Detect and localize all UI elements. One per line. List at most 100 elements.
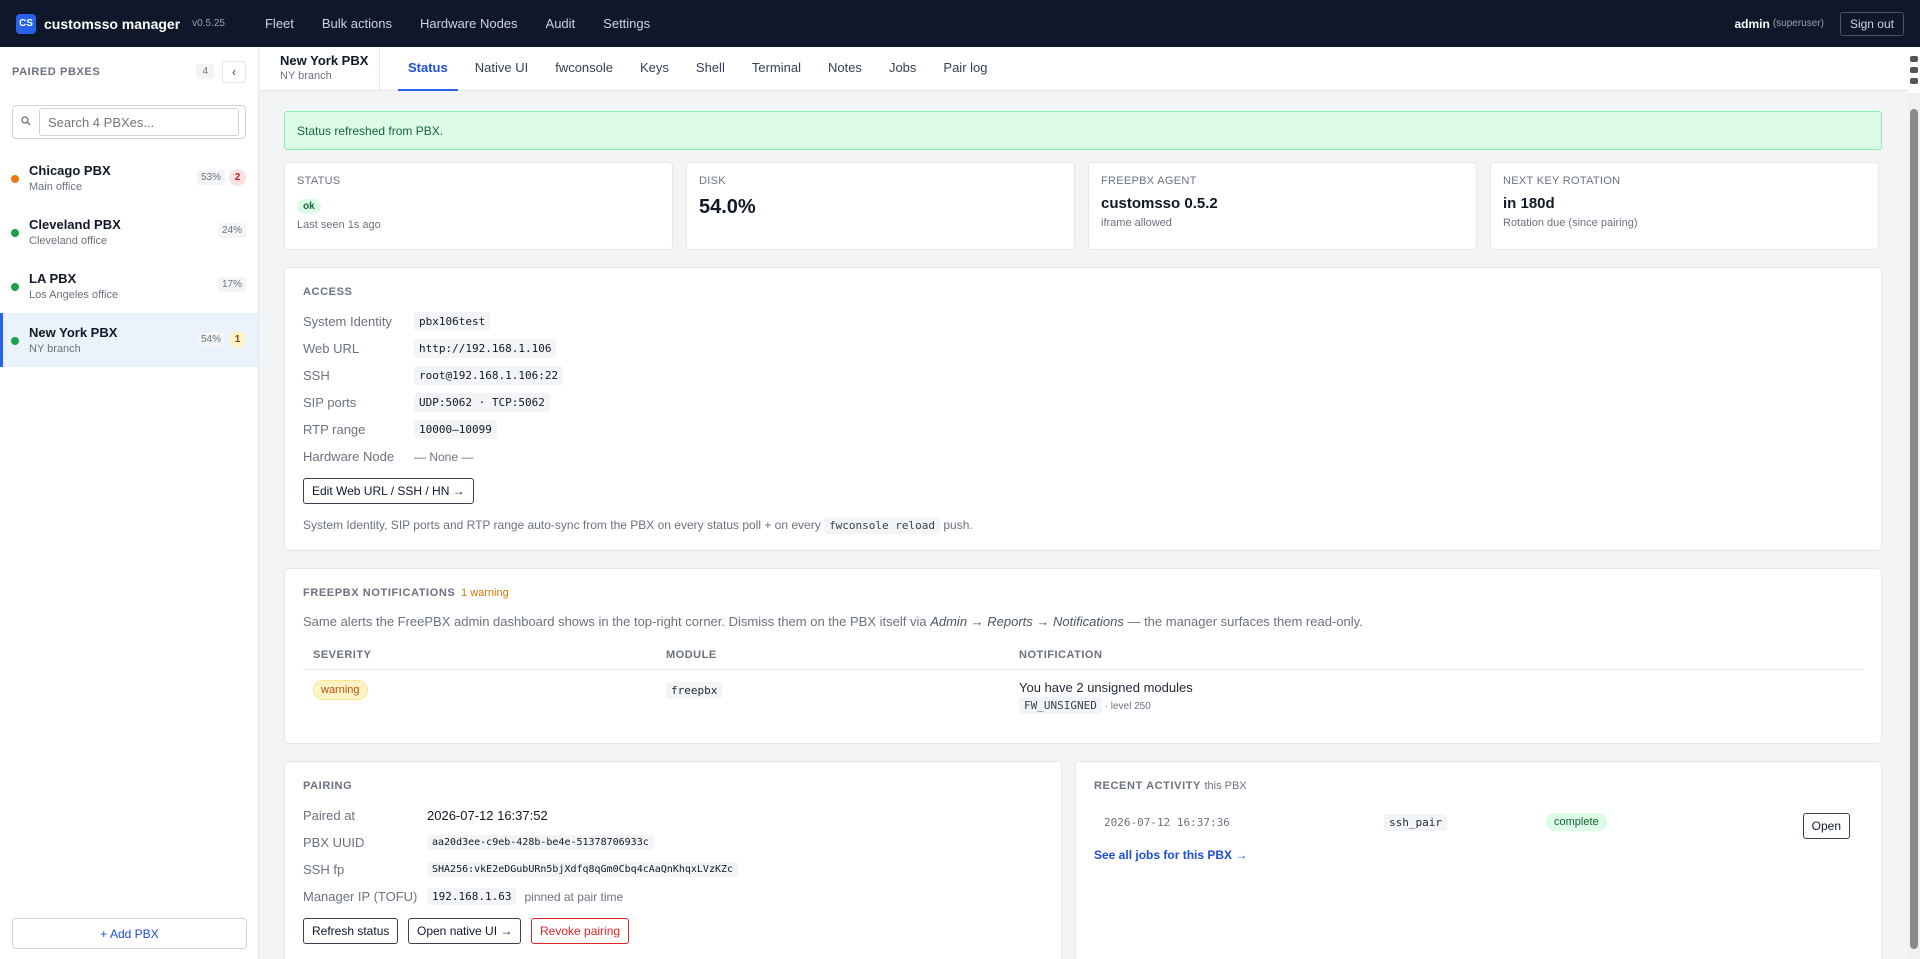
note-code: fwconsole reload: [824, 517, 941, 534]
pairing-row: SSH fp SHA256:vkE2eDGubURn5bjXdfq8qGm0Cbq…: [303, 856, 1043, 883]
pairing-row: Paired at 2026-07-12 16:37:52: [303, 802, 1043, 829]
edit-access-button[interactable]: Edit Web URL / SSH / HN →: [303, 478, 474, 504]
notifications-table: SEVERITY MODULE NOTIFICATION warning fre…: [303, 641, 1863, 722]
severity-badge: warning: [313, 680, 368, 700]
field-value: pbx106test: [414, 312, 491, 331]
field-value: root@192.168.1.106:22: [414, 366, 564, 385]
card-label: STATUS: [297, 175, 341, 187]
sidebar: PAIRED PBXES 4 ‹ Chicago PBX Main office…: [0, 47, 259, 959]
access-note: System Identity, SIP ports and RTP range…: [303, 517, 1863, 534]
section-title: ACCESS: [303, 286, 353, 298]
access-row: Hardware Node — None —: [303, 443, 1863, 470]
pbx-name: Chicago PBX: [29, 163, 111, 178]
status-badge: ok: [297, 199, 321, 214]
section-title: FREEPBX NOTIFICATIONS 1 warning: [303, 587, 1863, 599]
sidebar-item-la-pbx[interactable]: LA PBX Los Angeles office 17%: [0, 259, 258, 313]
alert-count-badge: 2: [229, 169, 246, 186]
access-row: RTP range 10000–10099: [303, 416, 1863, 443]
note-text: System Identity, SIP ports and RTP range…: [303, 518, 821, 532]
activity-row: 2026-07-12 16:37:36 ssh_pair complete: [1094, 804, 1863, 840]
scroll-down-icon[interactable]: [1910, 78, 1918, 84]
status-dot: [11, 337, 19, 345]
pbx-description: NY branch: [29, 343, 81, 355]
sidebar-item-new-york-pbx[interactable]: New York PBX NY branch 54% 1: [0, 313, 258, 367]
warning-count: 1 warning: [461, 587, 509, 599]
sign-out-button[interactable]: Sign out: [1839, 11, 1904, 36]
table-header-row: SEVERITY MODULE NOTIFICATION: [303, 641, 1863, 670]
sidebar-header: PAIRED PBXES 4 ‹: [0, 47, 258, 96]
nav-hardware-nodes[interactable]: Hardware Nodes: [420, 16, 518, 31]
sidebar-item-cleveland-pbx[interactable]: Cleveland PBX Cleveland office 24%: [0, 205, 258, 259]
tab-pair-log[interactable]: Pair log: [933, 47, 997, 91]
section-title: RECENT ACTIVITY this PBX: [1094, 780, 1863, 792]
disk-percent-badge: 54%: [196, 332, 225, 347]
field-label: SSH: [303, 368, 330, 383]
field-value: — None —: [414, 449, 474, 464]
table-row: warning freepbx You have 2 unsigned modu…: [303, 670, 1863, 723]
disk-percent-badge: 53%: [196, 170, 225, 185]
field-label: PBX UUID: [303, 835, 365, 850]
disk-percent-badge: 24%: [217, 223, 246, 238]
field-label: SIP ports: [303, 395, 357, 410]
note-text: push.: [943, 518, 973, 532]
tab-keys[interactable]: Keys: [630, 47, 679, 91]
search-icon: [13, 115, 39, 129]
section-title-text: FREEPBX NOTIFICATIONS: [303, 587, 456, 599]
agent-note: iframe allowed: [1101, 217, 1172, 229]
tab-fwconsole[interactable]: fwconsole: [545, 47, 623, 91]
add-pbx-button[interactable]: + Add PBX: [12, 918, 247, 949]
collapse-sidebar-button[interactable]: ‹: [222, 60, 246, 83]
app-logo[interactable]: CS customsso manager v0.5.25: [16, 13, 225, 34]
revoke-pairing-button[interactable]: Revoke pairing: [531, 918, 630, 944]
top-bar: CS customsso manager v0.5.25 Fleet Bulk …: [0, 0, 1920, 47]
pbx-description: Los Angeles office: [29, 289, 119, 301]
logo-badge: CS: [16, 13, 36, 34]
bottom-row: PAIRING Paired at 2026-07-12 16:37:52 PBX…: [284, 761, 1882, 959]
pbx-tabs: Status Native UI fwconsole Keys Shell Te…: [398, 47, 1004, 91]
page-subtitle: NY branch: [280, 70, 332, 82]
scroll-up-icon[interactable]: [1910, 56, 1918, 62]
card-label: FREEPBX AGENT: [1101, 175, 1197, 187]
tab-terminal[interactable]: Terminal: [742, 47, 811, 91]
rotation-value: in 180d: [1503, 195, 1555, 212]
nav-audit[interactable]: Audit: [546, 16, 576, 31]
field-value: 10000–10099: [414, 420, 497, 439]
access-row: Web URL http://192.168.1.106: [303, 335, 1863, 362]
summary-cards: STATUS ok Last seen 1s ago DISK 54.0% FR…: [284, 162, 1882, 250]
tab-native-ui[interactable]: Native UI: [465, 47, 538, 91]
field-label: Manager IP (TOFU): [303, 889, 418, 904]
scrollbar[interactable]: [1908, 47, 1920, 959]
tab-status[interactable]: Status: [398, 47, 458, 91]
tab-notes[interactable]: Notes: [818, 47, 872, 91]
pairing-row: Manager IP (TOFU) 192.168.1.63 pinned at p…: [303, 883, 1043, 910]
nav-fleet[interactable]: Fleet: [265, 16, 294, 31]
pbx-title-block: New York PBX NY branch: [260, 47, 380, 90]
search-pbx-input[interactable]: [39, 108, 239, 136]
desc-text: Same alerts the FreePBX admin dashboard …: [303, 614, 927, 629]
sidebar-item-chicago-pbx[interactable]: Chicago PBX Main office 53% 2: [0, 151, 258, 205]
tab-jobs[interactable]: Jobs: [879, 47, 926, 91]
card-label: NEXT KEY ROTATION: [1503, 175, 1621, 187]
see-all-jobs-link[interactable]: See all jobs for this PBX →: [1094, 848, 1863, 862]
open-job-button[interactable]: Open: [1802, 813, 1850, 839]
pbx-count-badge: 4: [196, 64, 214, 79]
open-native-ui-button[interactable]: Open native UI →: [408, 918, 522, 944]
tab-shell[interactable]: Shell: [686, 47, 735, 91]
card-label: DISK: [699, 175, 726, 187]
section-title: PAIRING: [303, 780, 353, 792]
sidebar-search: [12, 105, 246, 139]
nav-settings[interactable]: Settings: [603, 16, 650, 31]
agent-card: FREEPBX AGENT customsso 0.5.2 iframe all…: [1088, 162, 1477, 250]
nav-bulk-actions[interactable]: Bulk actions: [322, 16, 392, 31]
scroll-top-controls: [1908, 47, 1920, 93]
pairing-row: PBX UUID aa20d3ee-c9eb-428b-be4e-51378706…: [303, 829, 1043, 856]
access-row: SSH root@192.168.1.106:22: [303, 362, 1863, 389]
status-dot: [11, 283, 19, 291]
field-value: aa20d3ee-c9eb-428b-be4e-51378706933c: [427, 835, 654, 850]
column-header: MODULE: [656, 641, 1009, 670]
chevron-left-icon: ‹: [232, 64, 236, 79]
refresh-status-button[interactable]: Refresh status: [303, 918, 399, 944]
alert-count-badge: 1: [229, 331, 246, 348]
scrollbar-thumb[interactable]: [1910, 109, 1918, 949]
pbx-name: New York PBX: [29, 325, 118, 340]
